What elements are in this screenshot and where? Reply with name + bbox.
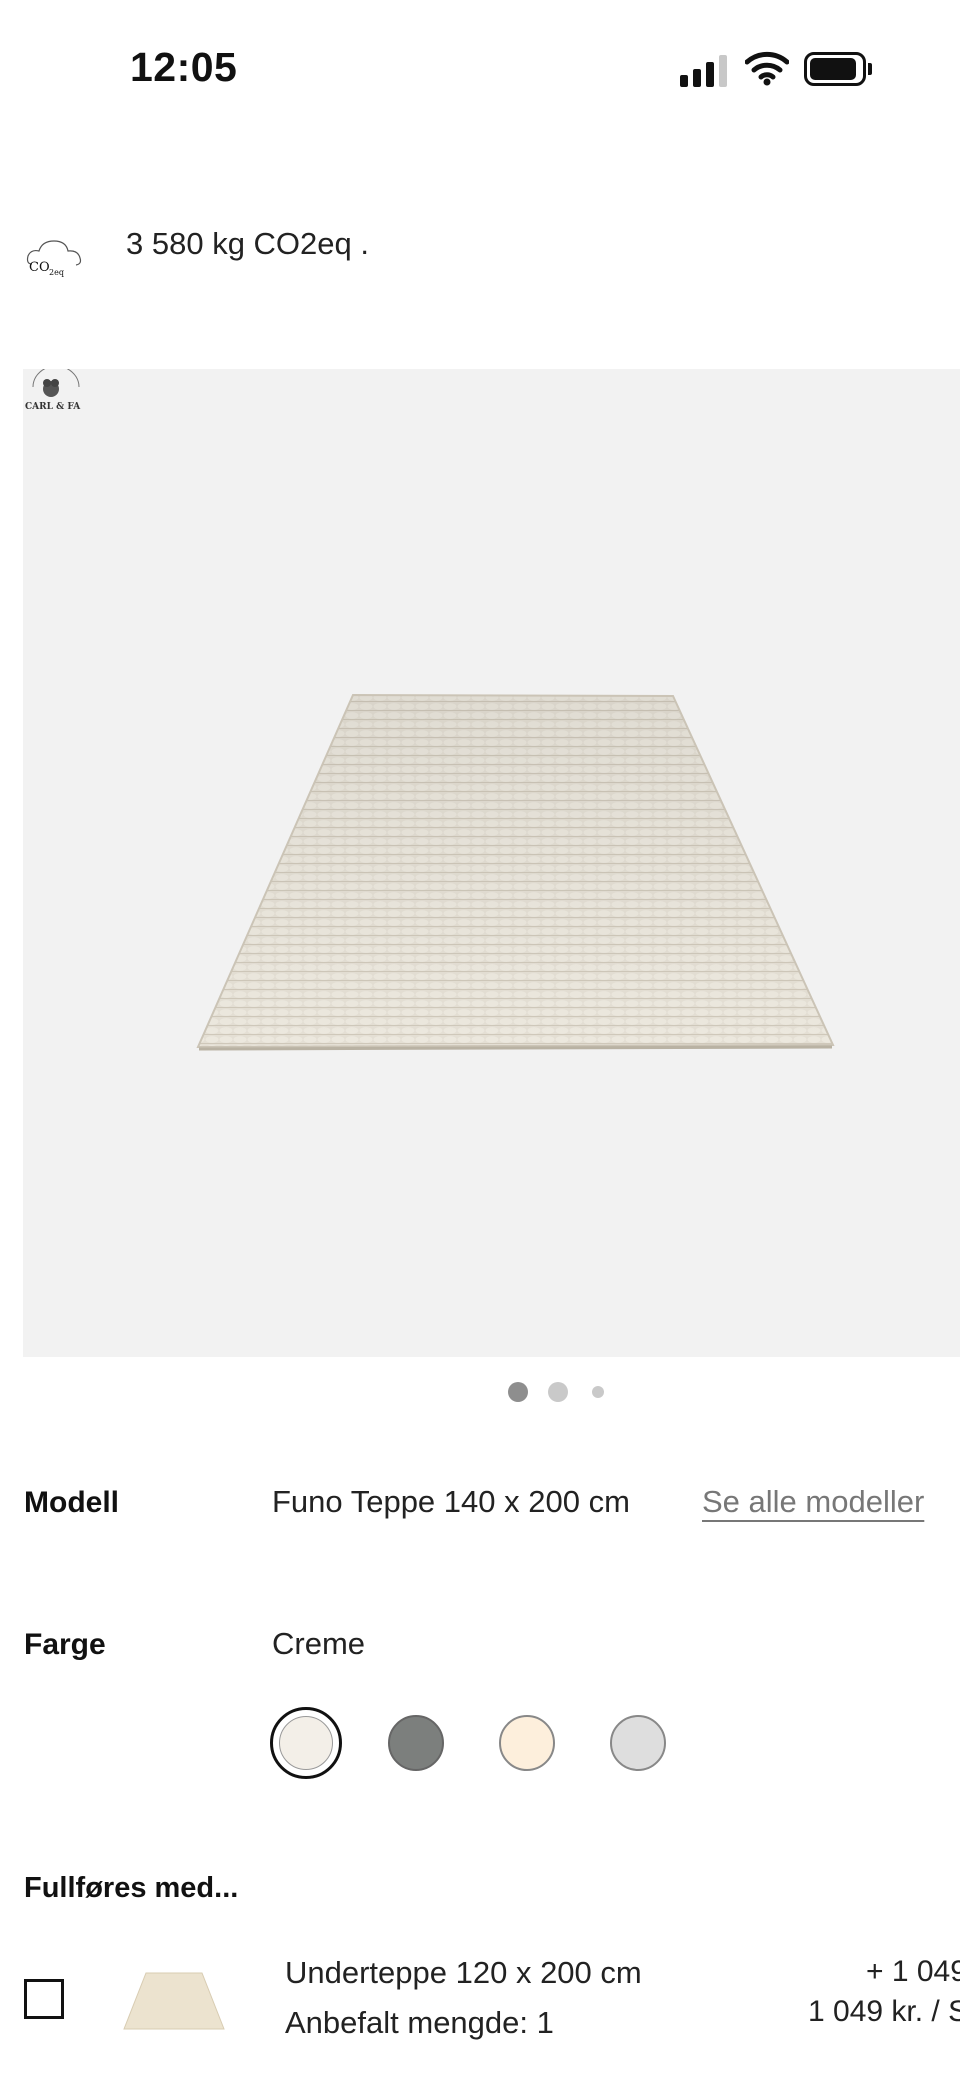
color-swatch-gray[interactable] [388, 1715, 444, 1771]
scrolled-off-text [24, 120, 454, 142]
co2-footprint-value: 3 580 kg CO2eq . [126, 226, 369, 261]
co2-cloud-icon: CO 2eq [26, 240, 82, 277]
addon-item: Underteppe 120 x 200 cm Anbefalt mengde:… [0, 1945, 960, 2065]
model-label: Modell [24, 1486, 119, 1519]
gallery-dot-2[interactable] [548, 1382, 568, 1402]
rug-product-image [196, 693, 835, 1051]
carl-and-fa-logo: CARL & FA [25, 369, 81, 412]
addon-checkbox[interactable] [24, 1979, 64, 2019]
co2-footprint-row: CO 2eq 3 580 kg CO2eq . [24, 222, 944, 292]
svg-text:CARL & FA: CARL & FA [25, 402, 81, 412]
complete-with-title: Fullføres med... [24, 1872, 239, 1904]
color-swatch-creme[interactable] [270, 1707, 342, 1779]
color-swatch-beige[interactable] [499, 1715, 555, 1771]
color-label: Farge [24, 1628, 106, 1661]
svg-text:CO: CO [29, 260, 50, 275]
addon-unit-price: 1 049 kr. / S [808, 1995, 960, 2028]
status-time: 12:05 [130, 44, 238, 90]
signal-icon [680, 55, 730, 87]
underlay-thumbnail [123, 1972, 225, 2030]
product-page: 12:05 CO 2eq 3 580 kg CO2eq . CARL & FA … [0, 0, 960, 2086]
battery-icon [804, 52, 872, 86]
addon-recommended-qty: Anbefalt mengde: 1 [285, 2005, 554, 2040]
gallery-dot-3[interactable] [592, 1386, 604, 1398]
addon-price-add: + 1 049 [866, 1955, 960, 1988]
model-value: Funo Teppe 140 x 200 cm [272, 1484, 630, 1519]
svg-text:2eq: 2eq [49, 268, 64, 277]
product-image-gallery[interactable]: CARL & FA [23, 369, 960, 1357]
gallery-pagination [505, 1380, 615, 1404]
addon-name: Underteppe 120 x 200 cm [285, 1955, 642, 1990]
color-value: Creme [272, 1626, 366, 1661]
gallery-dot-1[interactable] [508, 1382, 528, 1402]
see-all-models-link[interactable]: Se alle modeller [702, 1484, 924, 1520]
color-swatch-light-gray[interactable] [610, 1715, 666, 1771]
wifi-icon [745, 51, 789, 86]
status-bar: 12:05 [0, 0, 960, 130]
color-swatches [270, 1707, 690, 1779]
